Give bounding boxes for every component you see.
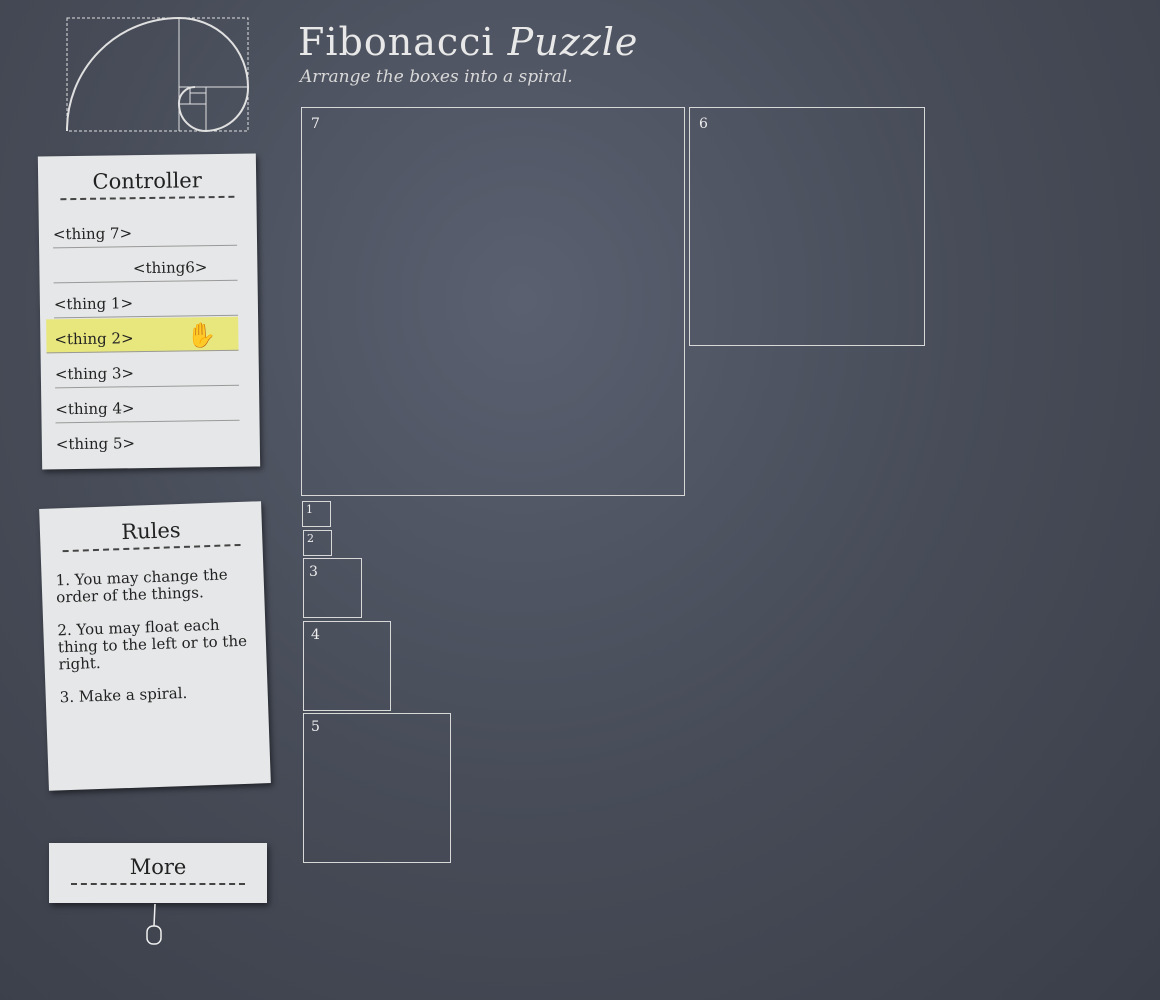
pull-string-icon[interactable] bbox=[144, 904, 164, 948]
controller-title: Controller bbox=[92, 168, 202, 194]
controller-item-thing-7[interactable]: <thing 7> bbox=[52, 211, 238, 249]
box-6[interactable]: 6 bbox=[689, 107, 925, 346]
box-7[interactable]: 7 bbox=[301, 107, 685, 496]
more-title: More bbox=[129, 855, 187, 879]
controller-panel: Controller <thing 7> <thing6> <thing 1> … bbox=[37, 153, 261, 470]
hand-cursor-icon: ✋ bbox=[186, 321, 217, 350]
controller-item-thing-6[interactable]: <thing6> bbox=[53, 246, 238, 284]
more-button[interactable]: More bbox=[49, 843, 267, 903]
box-5[interactable]: 5 bbox=[303, 713, 451, 863]
controller-item-thing-1[interactable]: <thing 1> bbox=[53, 281, 239, 319]
rule-1: 1. You may change the order of the thing… bbox=[55, 565, 228, 607]
box-4[interactable]: 4 bbox=[303, 621, 391, 711]
controller-item-thing-3[interactable]: <thing 3> bbox=[54, 351, 240, 389]
box-3[interactable]: 3 bbox=[303, 558, 362, 618]
rule-2: 2. You may float each thing to the left … bbox=[57, 615, 248, 674]
controller-item-thing-5[interactable]: <thing 5> bbox=[56, 422, 240, 458]
divider bbox=[60, 195, 235, 201]
rule-3: 3. Make a spiral. bbox=[59, 683, 188, 707]
fibonacci-spiral-logo bbox=[66, 17, 250, 133]
box-1[interactable]: 1 bbox=[302, 501, 331, 527]
rules-panel: Rules 1. You may change the order of the… bbox=[39, 501, 271, 791]
box-2[interactable]: 2 bbox=[303, 530, 332, 556]
rules-title: Rules bbox=[120, 518, 182, 545]
divider bbox=[71, 883, 245, 885]
controller-item-thing-4[interactable]: <thing 4> bbox=[55, 386, 240, 424]
page-subtitle: Arrange the boxes into a spiral. bbox=[300, 67, 573, 87]
page-title: Fibonacci Puzzle bbox=[298, 20, 639, 64]
controller-item-thing-2[interactable]: <thing 2> ✋ bbox=[46, 316, 239, 354]
